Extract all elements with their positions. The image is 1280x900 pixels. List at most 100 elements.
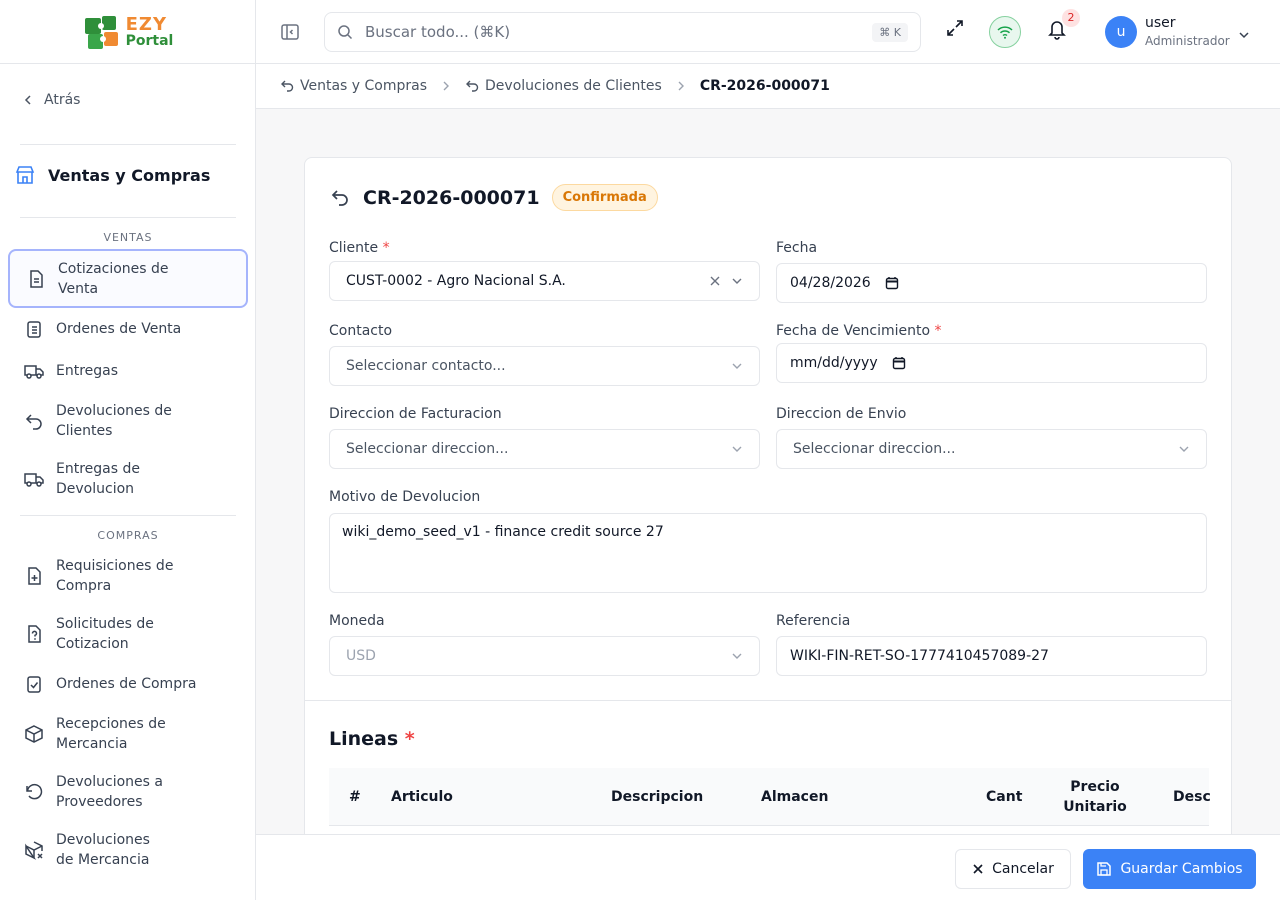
- fullscreen-button[interactable]: [945, 18, 965, 42]
- chevron-down-icon: [1239, 32, 1249, 39]
- breadcrumb-current: CR-2026-000071: [699, 78, 830, 94]
- envio-select[interactable]: Seleccionar direccion...: [776, 429, 1207, 469]
- save-icon: [1097, 862, 1112, 876]
- divider: [20, 144, 236, 145]
- envio-placeholder: Seleccionar direccion...: [793, 441, 956, 457]
- sidebar-item-label: Solicitudes de Cotizacion: [56, 616, 154, 652]
- fecha-date-input[interactable]: 04/28/2026: [776, 263, 1207, 303]
- sidebar-item-purchase-requisitions[interactable]: Requisiciones de Compra: [8, 555, 248, 597]
- vencimiento-label: Fecha de Vencimiento *: [776, 323, 942, 339]
- chevron-down-icon: [732, 446, 742, 452]
- calendar-icon[interactable]: [885, 276, 899, 290]
- clear-icon[interactable]: [709, 275, 721, 287]
- chevron-down-icon: [1179, 446, 1189, 452]
- customer-return-form: CR-2026-000071 Confirmada Cliente * CUST…: [304, 157, 1232, 900]
- column-header: Precio Unitario: [1063, 779, 1127, 815]
- sidebar: EZY Portal Atrás Ventas y Compras VENTAS…: [0, 0, 256, 900]
- required-mark: *: [382, 240, 390, 256]
- cancel-label: Cancelar: [992, 861, 1054, 877]
- sidebar-item-label: Ordenes de Compra: [56, 676, 197, 692]
- moneda-select[interactable]: USD: [329, 636, 760, 676]
- label-text: Cliente: [329, 240, 379, 256]
- sidebar-item-deliveries[interactable]: Entregas: [8, 360, 248, 382]
- breadcrumb-link[interactable]: Ventas y Compras: [280, 78, 427, 94]
- calendar-icon[interactable]: [892, 356, 906, 370]
- column-header: Descripcion: [611, 789, 704, 805]
- required-mark: *: [934, 323, 942, 339]
- back-link[interactable]: Atrás: [22, 92, 80, 108]
- maximize-icon: [947, 20, 963, 36]
- undo-icon: [25, 414, 42, 430]
- sidebar-item-sales-orders[interactable]: Ordenes de Venta: [8, 318, 248, 340]
- brand-logo[interactable]: EZY Portal: [82, 12, 173, 52]
- puzzle-logo-icon: [82, 12, 122, 52]
- lines-title-text: Lineas: [329, 728, 399, 750]
- envio-label: Direccion de Envio: [776, 406, 907, 422]
- sidebar-item-label: Cotizaciones de Venta: [58, 260, 169, 297]
- search-input[interactable]: Buscar todo... (⌘K) ⌘ K: [324, 12, 921, 52]
- divider: [20, 515, 236, 516]
- undo-icon: [281, 80, 294, 92]
- user-name[interactable]: user: [1145, 15, 1176, 31]
- sidebar-item-goods-returns[interactable]: Devoluciones de Mercancia: [8, 829, 248, 871]
- shortcut-badge: ⌘ K: [872, 22, 908, 42]
- user-menu-toggle[interactable]: [1238, 26, 1250, 45]
- contacto-select[interactable]: Seleccionar contacto...: [329, 346, 760, 386]
- clipboard-check-icon: [27, 676, 41, 693]
- file-question-icon: [28, 625, 41, 643]
- referencia-input[interactable]: WIKI-FIN-RET-SO-1777410457089-27: [776, 636, 1207, 676]
- sidebar-item-label: Devoluciones de Clientes: [56, 403, 172, 439]
- logo-area: EZY Portal: [0, 0, 255, 64]
- sidebar-item-label: Requisiciones de Compra: [56, 558, 174, 594]
- vencimiento-date-input[interactable]: mm/dd/yyyy: [776, 343, 1207, 383]
- breadcrumb-label: Ventas y Compras: [300, 78, 428, 94]
- fecha-label: Fecha: [776, 240, 818, 256]
- facturacion-select[interactable]: Seleccionar direccion...: [329, 429, 760, 469]
- sidebar-item-customer-returns[interactable]: Devoluciones de Clientes: [8, 400, 248, 442]
- search-placeholder: Buscar todo... (⌘K): [365, 23, 511, 41]
- sidebar-toggle-button[interactable]: [280, 22, 300, 46]
- fecha-value: 04/28/2026: [790, 275, 871, 291]
- sidebar-item-return-deliveries[interactable]: Entregas de Devolucion: [8, 458, 248, 500]
- brand-name: EZY: [125, 13, 168, 35]
- column-header: Almacen: [761, 789, 829, 805]
- divider: [20, 217, 236, 218]
- connection-status-button[interactable]: [989, 16, 1021, 48]
- cliente-label: Cliente *: [329, 240, 390, 256]
- cancel-button[interactable]: Cancelar: [955, 849, 1071, 889]
- label-text: Fecha de Vencimiento: [776, 323, 931, 339]
- facturacion-label: Direccion de Facturacion: [329, 406, 502, 422]
- wifi-icon: [997, 26, 1013, 39]
- save-button[interactable]: Guardar Cambios: [1083, 849, 1256, 889]
- sidebar-item-goods-receipts[interactable]: Recepciones de Mercancia: [8, 713, 248, 755]
- close-icon: [973, 864, 983, 874]
- sidebar-item-label: Devoluciones de Mercancia: [56, 832, 150, 868]
- cliente-select[interactable]: CUST-0002 - Agro Nacional S.A.: [329, 261, 760, 301]
- notification-count-badge: 2: [1062, 9, 1080, 27]
- sidebar-item-supplier-returns[interactable]: Devoluciones a Proveedores: [8, 771, 248, 813]
- sidebar-item-purchase-orders[interactable]: Ordenes de Compra: [8, 673, 248, 695]
- avatar[interactable]: u: [1105, 16, 1137, 48]
- sidebar-item-label: Entregas de Devolucion: [56, 461, 140, 497]
- module-title: Ventas y Compras: [48, 165, 211, 185]
- moneda-label: Moneda: [329, 613, 385, 629]
- referencia-value: WIKI-FIN-RET-SO-1777410457089-27: [790, 648, 1049, 664]
- motivo-textarea[interactable]: wiki_demo_seed_v1 - finance credit sourc…: [329, 513, 1207, 593]
- contacto-placeholder: Seleccionar contacto...: [346, 358, 506, 374]
- truck-icon: [24, 473, 44, 487]
- referencia-label: Referencia: [776, 613, 851, 629]
- lines-table-header: # Articulo Descripcion Almacen Cant Prec…: [329, 768, 1211, 826]
- chevron-down-icon: [732, 653, 742, 659]
- panel-left-icon: [281, 24, 299, 40]
- motivo-label: Motivo de Devolucion: [329, 489, 481, 505]
- sidebar-item-label: Devoluciones a Proveedores: [56, 774, 163, 810]
- cliente-value: CUST-0002 - Agro Nacional S.A.: [346, 273, 566, 289]
- sidebar-item-rfq[interactable]: Solicitudes de Cotizacion: [8, 613, 248, 655]
- sidebar-item-sales-quotes[interactable]: Cotizaciones de Venta: [8, 249, 248, 308]
- chevron-down-icon: [732, 363, 742, 369]
- sidebar-item-label: Ordenes de Venta: [56, 321, 182, 337]
- contacto-label: Contacto: [329, 323, 393, 339]
- column-header: Cant: [986, 789, 1023, 805]
- required-mark: *: [404, 728, 415, 750]
- breadcrumb-link[interactable]: Devoluciones de Clientes: [465, 78, 662, 94]
